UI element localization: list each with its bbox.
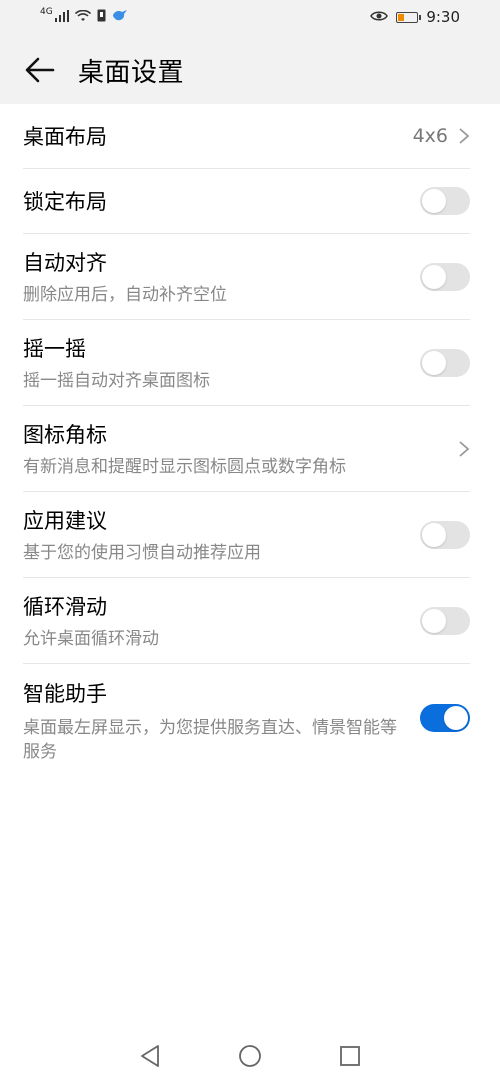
chevron-right-icon <box>459 440 470 457</box>
status-bar: 4G 9:30 <box>0 0 500 36</box>
bird-app-icon <box>112 8 128 26</box>
loop-scroll-toggle[interactable] <box>420 606 470 635</box>
setting-lock-layout: 锁定布局 <box>23 169 470 234</box>
nav-recents-icon <box>340 1046 360 1066</box>
settings-list: 桌面布局 4x6 锁定布局 自动对齐 删除应用后，自动补齐空位 摇一摇 摇一摇自… <box>0 104 500 762</box>
chevron-right-icon <box>459 128 470 144</box>
header: 桌面设置 <box>0 36 500 104</box>
setting-label: 应用建议 <box>23 508 107 533</box>
setting-description: 删除应用后，自动补齐空位 <box>23 284 227 305</box>
layout-value: 4x6 <box>413 125 470 147</box>
top-bar: 4G 9:30 桌面设置 <box>0 0 500 104</box>
setting-shake: 摇一摇 摇一摇自动对齐桌面图标 <box>23 320 470 406</box>
nav-back-button[interactable] <box>136 1042 164 1070</box>
setting-description: 有新消息和提醒时显示图标圆点或数字角标 <box>23 456 346 477</box>
setting-desktop-layout[interactable]: 桌面布局 4x6 <box>23 104 470 169</box>
page-title: 桌面设置 <box>78 57 185 88</box>
setting-auto-align: 自动对齐 删除应用后，自动补齐空位 <box>23 234 470 320</box>
eye-icon <box>370 8 389 26</box>
auto-align-toggle[interactable] <box>420 262 470 291</box>
network-type: 4G <box>40 7 53 17</box>
shake-toggle[interactable] <box>420 348 470 377</box>
smart-assistant-toggle[interactable] <box>420 704 470 732</box>
setting-loop-scroll: 循环滑动 允许桌面循环滑动 <box>23 578 470 664</box>
setting-smart-assistant: 智能助手 桌面最左屏显示，为您提供服务直达、情景智能等服务 <box>23 664 470 762</box>
wifi-icon <box>74 8 91 26</box>
nav-recents-button[interactable] <box>336 1042 364 1070</box>
battery-icon <box>396 11 422 23</box>
sim-icon <box>97 8 106 26</box>
setting-label: 桌面布局 <box>23 125 107 149</box>
signal-icon <box>54 8 69 26</box>
setting-label: 循环滑动 <box>23 594 107 619</box>
navigation-bar <box>0 1028 500 1084</box>
nav-home-button[interactable] <box>236 1042 264 1070</box>
status-time: 9:30 <box>426 8 460 26</box>
setting-label: 智能助手 <box>23 682 107 706</box>
app-suggestions-toggle[interactable] <box>420 520 470 549</box>
setting-description: 基于您的使用习惯自动推荐应用 <box>23 542 261 563</box>
setting-label: 摇一摇 <box>23 336 86 361</box>
nav-home-icon <box>239 1045 261 1067</box>
setting-app-suggestions: 应用建议 基于您的使用习惯自动推荐应用 <box>23 492 470 578</box>
lock-layout-toggle[interactable] <box>420 187 470 215</box>
setting-label: 图标角标 <box>23 422 107 447</box>
back-button[interactable] <box>20 50 60 90</box>
back-arrow-icon <box>25 57 55 83</box>
status-right: 9:30 <box>370 8 460 26</box>
setting-description: 允许桌面循环滑动 <box>23 628 159 649</box>
setting-label: 锁定布局 <box>23 190 107 214</box>
setting-icon-badge[interactable]: 图标角标 有新消息和提醒时显示图标圆点或数字角标 <box>23 406 470 492</box>
setting-description: 摇一摇自动对齐桌面图标 <box>23 370 210 391</box>
layout-value-text: 4x6 <box>412 125 448 147</box>
setting-description: 桌面最左屏显示，为您提供服务直达、情景智能等服务 <box>23 718 397 762</box>
nav-back-icon <box>141 1045 159 1067</box>
setting-label: 自动对齐 <box>23 250 107 275</box>
status-left: 4G <box>40 7 128 26</box>
